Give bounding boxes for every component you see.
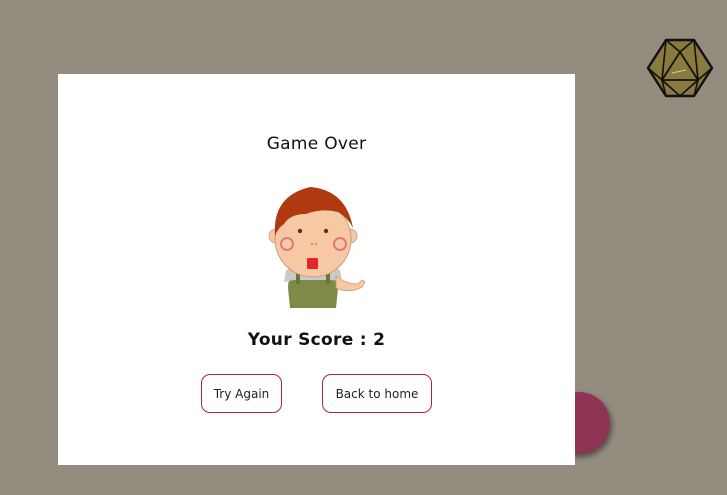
boy-character	[268, 187, 366, 308]
d20-dice-icon[interactable]	[646, 37, 714, 99]
score-text: Your Score : 2	[247, 330, 386, 350]
back-to-home-button[interactable]: Back to home	[322, 374, 432, 413]
game-over-title: Game Over	[266, 134, 367, 154]
game-over-modal: Game Over Your Score : 2 Try Again Back …	[58, 74, 575, 465]
try-again-button[interactable]: Try Again	[201, 374, 282, 413]
